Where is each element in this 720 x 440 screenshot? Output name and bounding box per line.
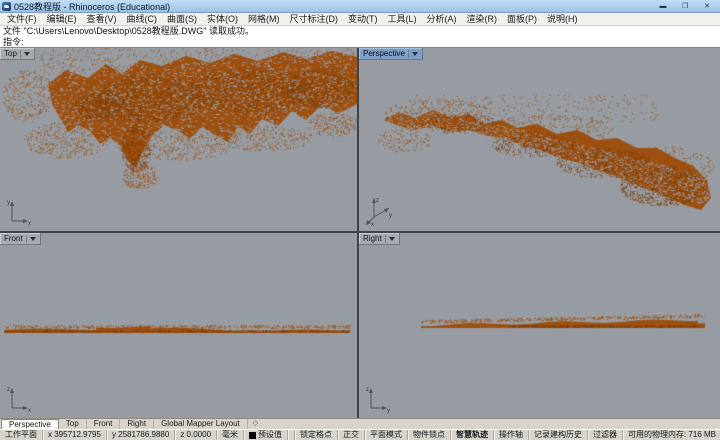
- maximize-button[interactable]: ❐: [678, 1, 692, 12]
- coordinate-x: x 395712.9795: [43, 430, 107, 440]
- menu-edit[interactable]: 编辑(E): [42, 13, 82, 25]
- menu-file[interactable]: 文件(F): [2, 13, 42, 25]
- layer-color-swatch: [249, 431, 257, 439]
- memory-indicator: 可用的物理内存: 716 MB: [623, 430, 720, 440]
- units-field[interactable]: 毫米: [217, 430, 245, 440]
- viewport-front[interactable]: Front z x: [0, 233, 357, 418]
- svg-text:z: z: [376, 198, 379, 204]
- menu-view[interactable]: 查看(V): [82, 13, 122, 25]
- toggle-gumball[interactable]: 操作轴: [494, 430, 529, 440]
- toggle-osnap[interactable]: 物件锁点: [408, 430, 451, 440]
- viewport-title-right[interactable]: Right: [359, 233, 400, 245]
- menu-transform[interactable]: 变动(T): [343, 13, 383, 25]
- top-view-pointcloud: [0, 48, 357, 231]
- command-input[interactable]: 指令:: [0, 37, 720, 48]
- close-button[interactable]: ✕: [700, 1, 714, 12]
- tab-right[interactable]: Right: [120, 419, 155, 429]
- menu-surface[interactable]: 曲面(S): [162, 13, 202, 25]
- menu-help[interactable]: 说明(H): [542, 13, 583, 25]
- svg-text:x: x: [28, 221, 31, 227]
- chevron-down-icon[interactable]: [23, 51, 30, 56]
- chevron-down-icon[interactable]: [29, 236, 36, 241]
- svg-text:y: y: [387, 408, 390, 414]
- toggle-ortho[interactable]: 正交: [338, 430, 365, 440]
- title-bar: 0528教程版 - Rhinoceros (Educational) ▬ ❐ ✕: [0, 0, 720, 13]
- tab-perspective[interactable]: Perspective: [1, 419, 59, 429]
- front-view-pointcloud: [0, 233, 357, 418]
- svg-text:z: z: [366, 387, 369, 393]
- axis-icon-front: z x: [7, 387, 31, 414]
- minimize-button[interactable]: ▬: [656, 1, 670, 12]
- axis-icon-right: z y: [366, 387, 390, 414]
- coordinate-y: y 2581786.9880: [107, 430, 176, 440]
- chevron-down-icon[interactable]: [411, 51, 418, 56]
- menu-solid[interactable]: 实体(O): [202, 13, 243, 25]
- svg-text:x: x: [371, 222, 374, 227]
- viewport-perspective[interactable]: Perspective z y x: [359, 48, 720, 231]
- viewport-title-perspective[interactable]: Perspective: [359, 48, 423, 60]
- menu-analyze[interactable]: 分析(A): [422, 13, 462, 25]
- viewport-right[interactable]: Right z y: [359, 233, 720, 418]
- svg-text:y: y: [7, 200, 10, 206]
- toggle-planar[interactable]: 平面模式: [365, 430, 408, 440]
- toggle-smarttrack[interactable]: 智慧轨迹: [451, 430, 494, 440]
- tab-front[interactable]: Front: [87, 419, 121, 429]
- menu-panels[interactable]: 面板(P): [502, 13, 542, 25]
- right-view-pointcloud: [359, 233, 720, 418]
- cplane-button[interactable]: 工作平面: [0, 430, 43, 440]
- svg-text:y: y: [389, 213, 392, 219]
- toggle-record-history[interactable]: 记录建构历史: [529, 430, 588, 440]
- viewport-top[interactable]: Top y x: [0, 48, 357, 231]
- menu-mesh[interactable]: 网格(M): [243, 13, 285, 25]
- menu-render[interactable]: 渲染(R): [462, 13, 503, 25]
- menu-dimension[interactable]: 尺寸标注(D): [285, 13, 344, 25]
- perspective-view-pointcloud: [359, 48, 720, 231]
- command-prompt-label: 指令:: [3, 37, 24, 47]
- viewport-tab-bar: Perspective Top Front Right Global Mappe…: [0, 418, 720, 429]
- viewport-grid: Top y x Perspective z y x Front z x Righ…: [0, 48, 720, 418]
- axis-icon-perspective: z y x: [366, 198, 392, 227]
- coordinate-z: z 0.0000: [175, 430, 218, 440]
- window-title: 0528教程版 - Rhinoceros (Educational): [14, 1, 171, 12]
- command-history: 文件 "C:\Users\Lenovo\Desktop\0528教程版.DWG"…: [0, 26, 720, 37]
- menu-bar: 文件(F) 编辑(E) 查看(V) 曲线(C) 曲面(S) 实体(O) 网格(M…: [0, 13, 720, 26]
- toggle-grid-snap[interactable]: 锁定格点: [295, 430, 338, 440]
- chevron-down-icon[interactable]: [388, 236, 395, 241]
- viewport-nav-icon[interactable]: ◇: [248, 419, 263, 429]
- tab-top[interactable]: Top: [59, 419, 87, 429]
- statusbar-spacer: [288, 430, 295, 440]
- status-bar: 工作平面 x 395712.9795 y 2581786.9880 z 0.00…: [0, 429, 720, 440]
- axis-icon-top: y x: [7, 200, 31, 227]
- svg-text:z: z: [7, 387, 10, 393]
- rhino-app-icon: [2, 1, 11, 11]
- layer-name: 预设值: [258, 430, 283, 439]
- toggle-filter[interactable]: 过滤器: [588, 430, 623, 440]
- layer-pane[interactable]: 预设值: [244, 430, 289, 440]
- svg-text:x: x: [28, 408, 31, 414]
- viewport-title-top[interactable]: Top: [0, 48, 35, 60]
- tab-global-mapper-layout[interactable]: Global Mapper Layout: [154, 419, 248, 429]
- menu-tools[interactable]: 工具(L): [383, 13, 422, 25]
- viewport-title-front[interactable]: Front: [0, 233, 41, 245]
- menu-curve[interactable]: 曲线(C): [122, 13, 163, 25]
